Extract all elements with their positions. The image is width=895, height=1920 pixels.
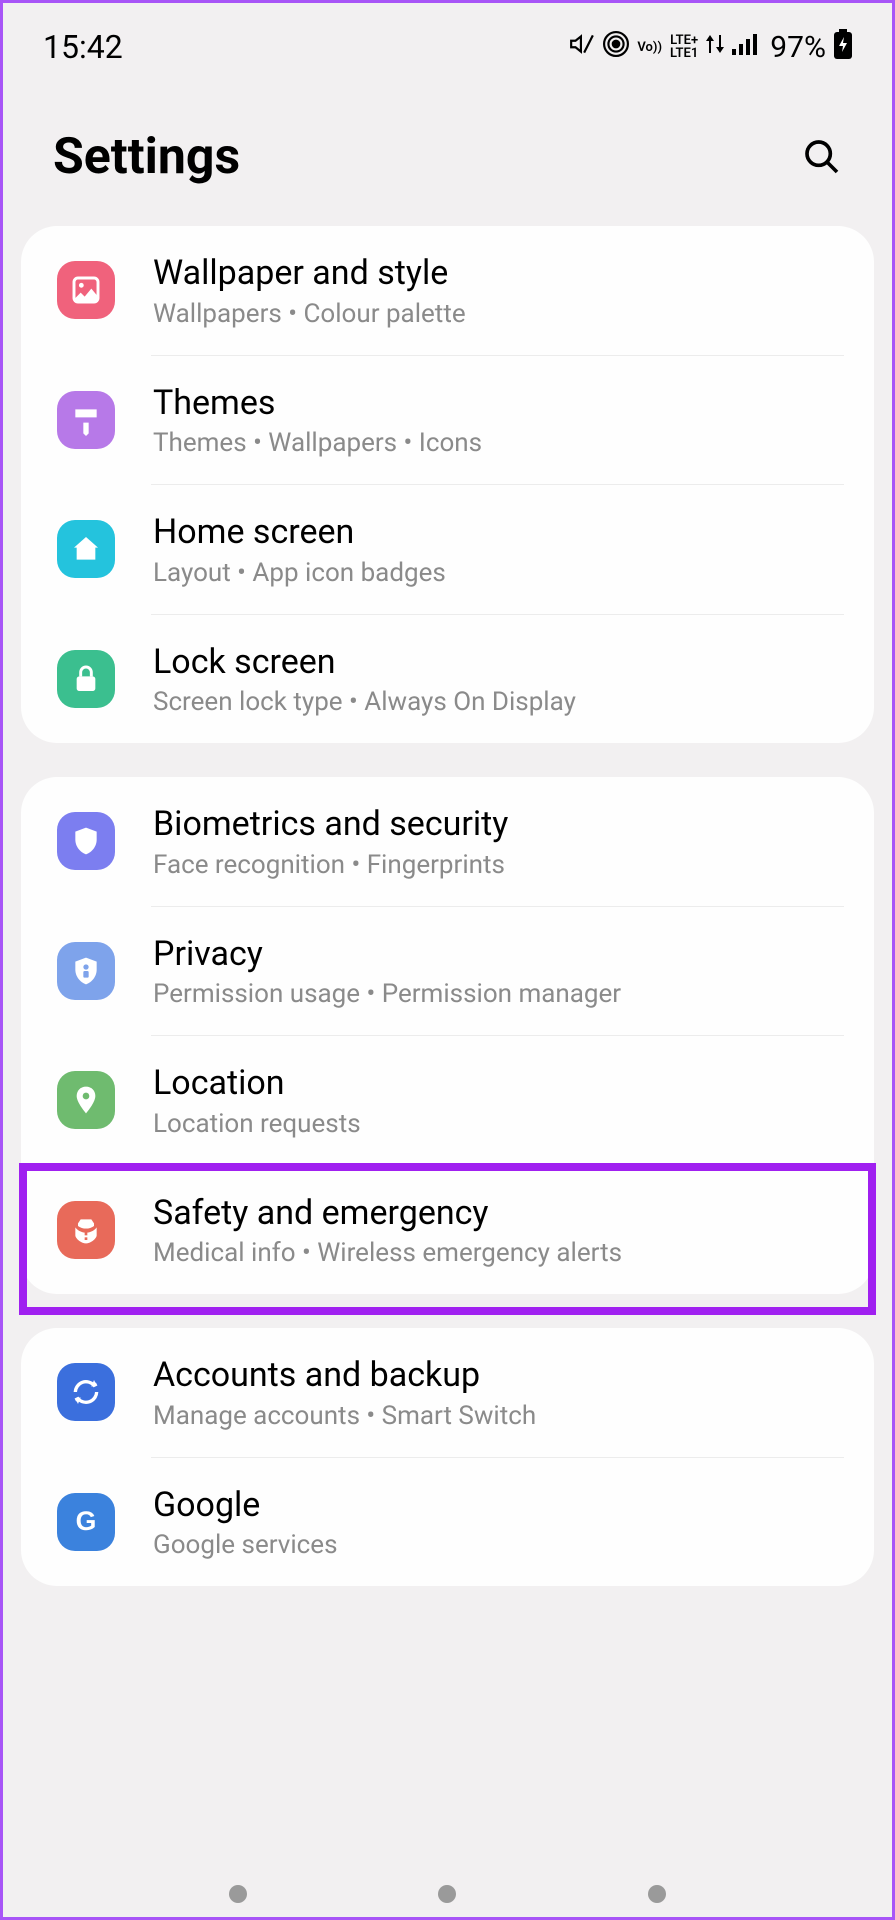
settings-row-themes[interactable]: Themes Themes • Wallpapers • Icons xyxy=(21,356,874,485)
row-title: Biometrics and security xyxy=(153,803,844,846)
settings-row-home[interactable]: Home screen Layout • App icon badges xyxy=(21,485,874,614)
row-sub: Location requests xyxy=(153,1109,844,1139)
row-sub: Screen lock type • Always On Display xyxy=(153,687,844,717)
row-title: Safety and emergency xyxy=(153,1192,844,1235)
settings-row-wallpaper[interactable]: Wallpaper and style Wallpapers • Colour … xyxy=(21,226,874,355)
battery-percentage: 97% xyxy=(770,30,826,65)
google-icon: G xyxy=(57,1493,115,1551)
settings-row-safety[interactable]: Safety and emergency Medical info • Wire… xyxy=(21,1166,874,1295)
mute-icon xyxy=(569,31,595,63)
row-sub: Google services xyxy=(153,1530,844,1560)
privacy-shield-icon xyxy=(57,942,115,1000)
row-sub: Themes • Wallpapers • Icons xyxy=(153,428,844,458)
signal-icon xyxy=(732,33,758,61)
row-title: Lock screen xyxy=(153,641,844,684)
row-sub: Manage accounts • Smart Switch xyxy=(153,1401,844,1431)
home-icon xyxy=(57,520,115,578)
settings-row-google[interactable]: G Google Google services xyxy=(21,1458,874,1587)
nav-back[interactable] xyxy=(648,1885,666,1903)
status-time: 15:42 xyxy=(43,28,123,66)
lock-icon xyxy=(57,650,115,708)
page-title: Settings xyxy=(53,128,240,186)
settings-group-accounts: Accounts and backup Manage accounts • Sm… xyxy=(21,1328,874,1586)
settings-row-accounts[interactable]: Accounts and backup Manage accounts • Sm… xyxy=(21,1328,874,1457)
row-sub: Permission usage • Permission manager xyxy=(153,979,844,1009)
search-icon[interactable] xyxy=(802,137,842,177)
settings-row-privacy[interactable]: Privacy Permission usage • Permission ma… xyxy=(21,907,874,1036)
volte-indicator: Vo)) xyxy=(637,41,662,54)
status-indicators: Vo)) LTE+ LTE1 97% xyxy=(569,29,852,65)
hotspot-icon xyxy=(603,31,629,63)
emergency-icon xyxy=(57,1201,115,1259)
row-title: Home screen xyxy=(153,511,844,554)
lte1-indicator: LTE1 xyxy=(670,47,698,60)
row-title: Privacy xyxy=(153,933,844,976)
data-arrows-icon xyxy=(706,32,724,62)
settings-row-lock[interactable]: Lock screen Screen lock type • Always On… xyxy=(21,615,874,744)
battery-charging-icon xyxy=(834,29,852,65)
row-title: Google xyxy=(153,1484,844,1527)
settings-group-display: Wallpaper and style Wallpapers • Colour … xyxy=(21,226,874,743)
row-sub: Layout • App icon badges xyxy=(153,558,844,588)
row-title: Themes xyxy=(153,382,844,425)
page-header: Settings xyxy=(3,73,892,226)
row-sub: Wallpapers • Colour palette xyxy=(153,299,844,329)
wallpaper-icon xyxy=(57,261,115,319)
row-sub: Face recognition • Fingerprints xyxy=(153,850,844,880)
sync-icon xyxy=(57,1363,115,1421)
row-title: Location xyxy=(153,1062,844,1105)
themes-icon xyxy=(57,391,115,449)
settings-row-biometrics[interactable]: Biometrics and security Face recognition… xyxy=(21,777,874,906)
row-sub: Medical info • Wireless emergency alerts xyxy=(153,1238,844,1268)
nav-recents[interactable] xyxy=(229,1885,247,1903)
row-title: Wallpaper and style xyxy=(153,252,844,295)
settings-group-security: Biometrics and security Face recognition… xyxy=(21,777,874,1294)
settings-row-location[interactable]: Location Location requests xyxy=(21,1036,874,1165)
shield-icon xyxy=(57,812,115,870)
nav-home[interactable] xyxy=(438,1885,456,1903)
location-pin-icon xyxy=(57,1071,115,1129)
status-bar: 15:42 Vo)) LTE+ LTE1 97% xyxy=(3,3,892,73)
svg-text:G: G xyxy=(76,1506,97,1536)
row-title: Accounts and backup xyxy=(153,1354,844,1397)
nav-bar xyxy=(3,1885,892,1903)
